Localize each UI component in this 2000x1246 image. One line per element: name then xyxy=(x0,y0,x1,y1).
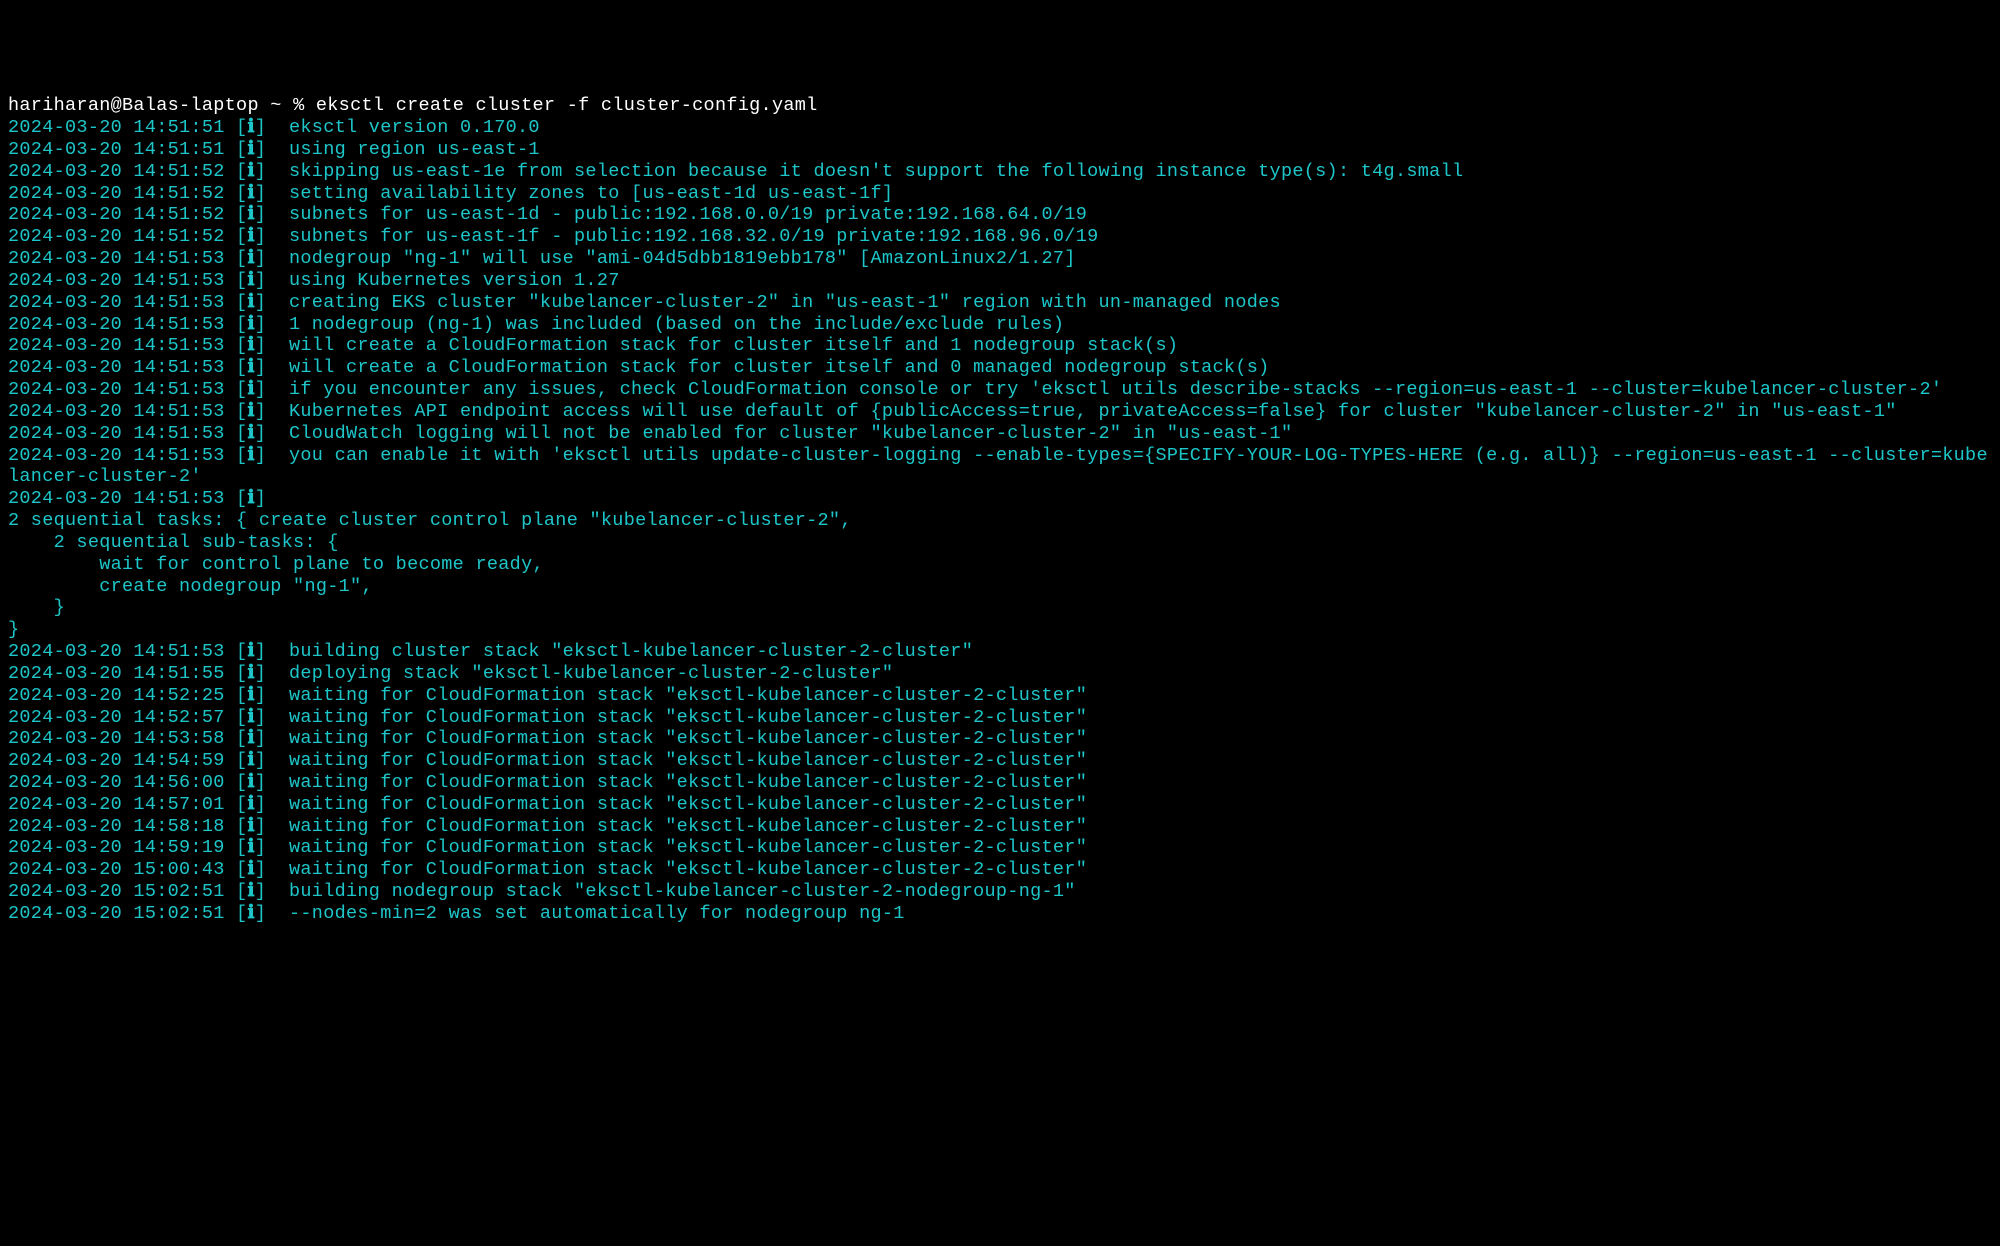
log-line: 2024-03-20 15:02:51 [ℹ] --nodes-min=2 wa… xyxy=(8,903,905,924)
prompt-user-host: hariharan@Balas-laptop xyxy=(8,95,259,116)
log-line: 2024-03-20 14:59:19 [ℹ] waiting for Clou… xyxy=(8,837,1087,858)
log-line: 2024-03-20 15:00:43 [ℹ] waiting for Clou… xyxy=(8,859,1087,880)
log-line: } xyxy=(8,597,65,618)
log-line: 2024-03-20 15:02:51 [ℹ] building nodegro… xyxy=(8,881,1076,902)
log-line: wait for control plane to become ready, xyxy=(8,554,544,575)
log-line: 2024-03-20 14:58:18 [ℹ] waiting for Clou… xyxy=(8,816,1087,837)
log-line: 2024-03-20 14:53:58 [ℹ] waiting for Clou… xyxy=(8,728,1087,749)
log-line: 2024-03-20 14:51:53 [ℹ] using Kubernetes… xyxy=(8,270,620,291)
shell-prompt: hariharan@Balas-laptop ~ % eksctl create… xyxy=(8,95,818,116)
log-line: 2 sequential sub-tasks: { xyxy=(8,532,339,553)
log-line: 2024-03-20 14:51:53 [ℹ] xyxy=(8,488,289,509)
log-line: 2024-03-20 14:56:00 [ℹ] waiting for Clou… xyxy=(8,772,1087,793)
log-line: 2024-03-20 14:51:53 [ℹ] building cluster… xyxy=(8,641,973,662)
log-line: 2024-03-20 14:51:52 [ℹ] subnets for us-e… xyxy=(8,204,1087,225)
log-line: 2024-03-20 14:51:51 [ℹ] eksctl version 0… xyxy=(8,117,540,138)
log-line: 2024-03-20 14:54:59 [ℹ] waiting for Clou… xyxy=(8,750,1087,771)
log-line: 2024-03-20 14:57:01 [ℹ] waiting for Clou… xyxy=(8,794,1087,815)
log-container: 2024-03-20 14:51:51 [ℹ] eksctl version 0… xyxy=(8,117,1992,925)
log-line: 2024-03-20 14:51:53 [ℹ] nodegroup "ng-1"… xyxy=(8,248,1076,269)
log-line: 2024-03-20 14:51:52 [ℹ] subnets for us-e… xyxy=(8,226,1099,247)
log-line: 2024-03-20 14:51:53 [ℹ] Kubernetes API e… xyxy=(8,401,1897,422)
log-line: 2024-03-20 14:51:53 [ℹ] will create a Cl… xyxy=(8,335,1178,356)
prompt-path: ~ xyxy=(270,95,281,116)
log-line: } xyxy=(8,619,19,640)
prompt-symbol: % xyxy=(293,95,304,116)
log-line: 2024-03-20 14:52:25 [ℹ] waiting for Clou… xyxy=(8,685,1087,706)
log-line: 2024-03-20 14:52:57 [ℹ] waiting for Clou… xyxy=(8,707,1087,728)
log-line: 2024-03-20 14:51:53 [ℹ] creating EKS clu… xyxy=(8,292,1281,313)
log-line: 2024-03-20 14:51:53 [ℹ] you can enable i… xyxy=(8,445,1988,488)
log-line: 2024-03-20 14:51:55 [ℹ] deploying stack … xyxy=(8,663,893,684)
log-line: 2024-03-20 14:51:53 [ℹ] CloudWatch loggi… xyxy=(8,423,1292,444)
log-line: create nodegroup "ng-1", xyxy=(8,576,373,597)
terminal-output[interactable]: hariharan@Balas-laptop ~ % eksctl create… xyxy=(8,95,1992,924)
log-line: 2 sequential tasks: { create cluster con… xyxy=(8,510,852,531)
prompt-command: eksctl create cluster -f cluster-config.… xyxy=(316,95,818,116)
log-line: 2024-03-20 14:51:52 [ℹ] setting availabi… xyxy=(8,183,893,204)
log-line: 2024-03-20 14:51:51 [ℹ] using region us-… xyxy=(8,139,540,160)
log-line: 2024-03-20 14:51:53 [ℹ] if you encounter… xyxy=(8,379,1942,400)
log-line: 2024-03-20 14:51:53 [ℹ] will create a Cl… xyxy=(8,357,1270,378)
log-line: 2024-03-20 14:51:53 [ℹ] 1 nodegroup (ng-… xyxy=(8,314,1064,335)
log-line: 2024-03-20 14:51:52 [ℹ] skipping us-east… xyxy=(8,161,1463,182)
